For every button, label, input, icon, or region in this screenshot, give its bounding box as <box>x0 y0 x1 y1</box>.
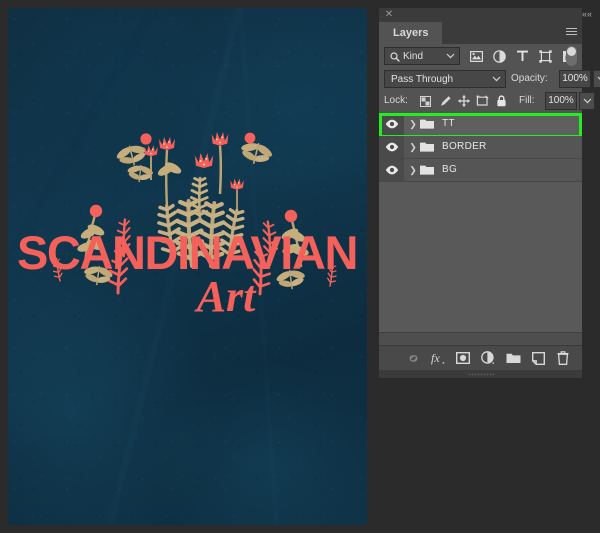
blend-opacity-row: Pass Through Opacity: 100% <box>379 68 600 90</box>
panel-menu-icon[interactable] <box>566 28 577 37</box>
link-layers-button[interactable] <box>402 347 424 369</box>
lock-buttons <box>416 92 511 110</box>
layer-filter-row: Kind <box>379 44 582 68</box>
lock-position[interactable] <box>454 92 473 110</box>
filter-shape-layers[interactable] <box>534 47 557 65</box>
lock-image-pixels[interactable] <box>435 92 454 110</box>
search-icon <box>390 52 400 62</box>
new-group-button[interactable] <box>502 347 524 369</box>
lock-transparent-pixels[interactable] <box>416 92 435 110</box>
poster-artwork: SCANDINAVIAN Art <box>17 132 358 321</box>
eye-icon <box>385 165 398 175</box>
filter-type-buttons <box>465 47 580 65</box>
opacity-stepper[interactable] <box>593 70 600 88</box>
svg-text:fx: fx <box>431 351 440 365</box>
layers-panel-footer: fx <box>379 345 582 370</box>
layers-panel-inner: ✕ Layers Kind Pass Through Opacity: 100%… <box>379 8 600 378</box>
close-icon[interactable]: ✕ <box>383 9 395 21</box>
filter-enable-toggle[interactable] <box>566 46 577 66</box>
lock-fill-row: Lock: Fill: 100% <box>379 90 595 112</box>
panel-tabstrip: Layers <box>379 22 582 44</box>
filter-adjustment-layers[interactable] <box>488 47 511 65</box>
layer-list-empty-area[interactable] <box>379 182 582 332</box>
lock-artboard-nesting[interactable] <box>473 92 492 110</box>
folder-icon <box>506 353 520 363</box>
chevron-right-icon[interactable]: ❯ <box>408 113 418 135</box>
filter-type-layers[interactable] <box>511 47 534 65</box>
layer-visibility-toggle[interactable] <box>379 159 404 181</box>
fill-input[interactable]: 100% <box>545 92 577 110</box>
chevron-right-icon[interactable]: ❯ <box>408 159 418 181</box>
photoshop-window: SCANDINAVIAN Art ✕ Layers Kind Pass Thro… <box>0 0 600 533</box>
tab-layers[interactable]: Layers <box>379 22 443 44</box>
new-fill-adjustment-button[interactable] <box>477 347 499 369</box>
fx-icon: fx <box>431 351 444 365</box>
fill-stepper[interactable] <box>579 92 595 110</box>
filter-pixel-layers[interactable] <box>465 47 488 65</box>
fill-value: 100% <box>548 95 574 106</box>
table-row[interactable]: ❯ BORDER <box>379 136 582 159</box>
fill-label: Fill: <box>519 95 535 106</box>
opacity-input[interactable]: 100% <box>559 70 591 88</box>
blend-mode-select[interactable]: Pass Through <box>384 70 506 88</box>
filter-kind-select[interactable]: Kind <box>384 47 460 65</box>
chevron-right-icon[interactable]: ❯ <box>408 136 418 158</box>
folder-icon <box>420 118 434 129</box>
layer-name[interactable]: BORDER <box>442 136 487 158</box>
delete-layer-button[interactable] <box>552 347 574 369</box>
mask-icon <box>456 352 470 364</box>
link-icon <box>409 354 417 362</box>
layers-panel: ✕ Layers Kind Pass Through Opacity: 100%… <box>375 0 600 533</box>
artwork-canvas[interactable]: SCANDINAVIAN Art <box>8 8 367 525</box>
filter-kind-label: Kind <box>403 51 424 62</box>
trash-icon <box>557 351 569 365</box>
lock-all[interactable] <box>492 92 511 110</box>
adjustment-icon <box>481 351 494 364</box>
layer-name[interactable]: BG <box>442 159 457 181</box>
blend-mode-value: Pass Through <box>391 74 454 85</box>
table-row[interactable]: ❯ TT <box>379 113 582 136</box>
new-layer-button[interactable] <box>527 347 549 369</box>
layer-list-footer-strip <box>379 332 582 345</box>
artwork-headline: SCANDINAVIAN <box>17 226 357 279</box>
eye-icon <box>385 142 398 152</box>
lock-label: Lock: <box>384 95 408 106</box>
layer-list: ❯ TT ❯ BORDER ❯ BG <box>379 112 582 345</box>
layer-name[interactable]: TT <box>442 113 455 135</box>
chevron-down-icon <box>492 76 501 82</box>
table-row[interactable]: ❯ BG <box>379 159 582 182</box>
new-layer-icon <box>531 351 545 365</box>
layer-mask-button[interactable] <box>452 347 474 369</box>
folder-icon <box>420 141 434 152</box>
panel-titlebar: ✕ <box>379 8 582 22</box>
folder-icon <box>420 164 434 175</box>
document-area: SCANDINAVIAN Art <box>0 0 375 533</box>
layer-visibility-toggle[interactable] <box>379 136 404 158</box>
eye-icon <box>385 119 398 129</box>
opacity-value: 100% <box>562 73 588 84</box>
collapse-panel-icon[interactable]: «« <box>580 8 594 20</box>
chevron-down-icon <box>446 53 455 59</box>
layer-styles-button[interactable]: fx <box>427 347 449 369</box>
artwork-script-word: Art <box>194 272 257 321</box>
layer-visibility-toggle[interactable] <box>379 113 404 135</box>
opacity-label: Opacity: <box>511 73 548 84</box>
panel-resize-grip[interactable] <box>379 370 582 378</box>
